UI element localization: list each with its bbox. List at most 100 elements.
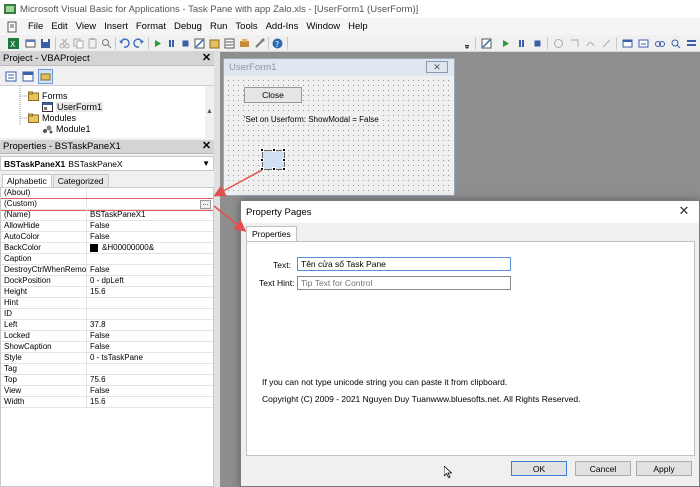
save-icon[interactable] — [40, 38, 51, 49]
property-row[interactable]: DestroyCtrlWhenRemove False — [1, 265, 213, 276]
project-explorer-icon[interactable] — [209, 38, 220, 49]
property-value[interactable]: False — [87, 342, 110, 352]
reset-icon-2[interactable] — [532, 38, 543, 49]
property-value[interactable]: 15.6 — [87, 287, 106, 297]
resize-handle[interactable] — [260, 167, 264, 171]
taskpane-control[interactable] — [260, 148, 286, 171]
properties-window-icon[interactable] — [224, 38, 235, 49]
tree-node-userform1[interactable]: UserForm1 — [42, 102, 104, 112]
close-icon[interactable]: ✕ — [201, 53, 212, 64]
ok-button[interactable]: OK — [511, 461, 567, 476]
step-out-icon[interactable] — [601, 38, 612, 49]
property-row[interactable]: AllowHide False — [1, 221, 213, 232]
resize-handle[interactable] — [260, 158, 264, 162]
userform-close-button[interactable]: Close — [244, 87, 302, 103]
property-value[interactable]: &H00000000& — [87, 243, 154, 253]
property-value[interactable]: 0 - dpLeft — [87, 276, 124, 286]
paste-icon[interactable] — [87, 38, 98, 49]
tree-node-modules[interactable]: Modules — [28, 113, 76, 123]
menu-file[interactable]: File — [24, 21, 47, 32]
insert-userform-icon[interactable] — [25, 38, 36, 49]
property-value[interactable] — [87, 364, 90, 374]
quick-watch-icon[interactable] — [670, 38, 681, 49]
resize-handle[interactable] — [282, 167, 286, 171]
property-row[interactable]: Tag — [1, 364, 213, 375]
toolbox-icon[interactable] — [254, 38, 265, 49]
property-row[interactable]: Width 15.6 — [1, 397, 213, 408]
menu-view[interactable]: View — [72, 21, 100, 32]
close-icon[interactable]: ✕ — [201, 141, 212, 152]
property-value[interactable]: 0 - tsTaskPane — [87, 353, 143, 363]
toolbar-overflow-icon[interactable] — [464, 38, 470, 49]
menu-window[interactable]: Window — [302, 21, 344, 32]
excel-icon[interactable]: X — [8, 38, 19, 49]
view-object-icon[interactable] — [22, 71, 34, 82]
copy-icon[interactable] — [73, 38, 84, 49]
break-icon[interactable] — [166, 38, 177, 49]
property-row[interactable]: Caption — [1, 254, 213, 265]
watch-window-icon[interactable] — [654, 38, 665, 49]
tree-node-forms[interactable]: Forms — [28, 91, 68, 101]
property-value[interactable]: 37.8 — [87, 320, 106, 330]
property-value[interactable]: False — [87, 232, 110, 242]
redo-icon[interactable] — [133, 38, 144, 49]
property-row[interactable]: Hint — [1, 298, 213, 309]
property-row[interactable]: AutoColor False — [1, 232, 213, 243]
property-value[interactable] — [87, 298, 90, 308]
menu-insert[interactable]: Insert — [100, 21, 132, 32]
tree-node-module1[interactable]: Module1 — [42, 124, 91, 134]
property-row[interactable]: (About) — [1, 188, 213, 199]
tab-alphabetic[interactable]: Alphabetic — [2, 174, 52, 187]
menu-add-ins[interactable]: Add-Ins — [262, 21, 303, 32]
property-value[interactable]: BSTaskPaneX1 — [87, 210, 146, 220]
userform-label[interactable]: 'Set on Userform: ShowModal = False — [244, 115, 379, 124]
step-into-icon[interactable] — [569, 38, 580, 49]
tab-categorized[interactable]: Categorized — [52, 174, 109, 187]
reset-icon[interactable] — [180, 38, 191, 49]
resize-handle[interactable] — [282, 148, 286, 152]
document-icon[interactable] — [6, 21, 18, 33]
toggle-folders-icon[interactable] — [38, 69, 53, 84]
scroll-up-icon[interactable]: ▲ — [206, 108, 213, 115]
design-mode-icon-2[interactable] — [481, 38, 492, 49]
cut-icon[interactable] — [59, 38, 70, 49]
property-row[interactable]: ID — [1, 309, 213, 320]
menu-debug[interactable]: Debug — [170, 21, 206, 32]
menu-run[interactable]: Run — [206, 21, 231, 32]
project-tree-scrollbar[interactable]: ▲ — [205, 86, 214, 138]
text-input[interactable] — [297, 257, 511, 271]
ellipsis-button[interactable]: ... — [200, 200, 211, 209]
object-selector[interactable]: BSTaskPaneX1 BSTaskPaneX ▼ — [0, 156, 214, 171]
property-row[interactable]: Style 0 - tsTaskPane — [1, 353, 213, 364]
run-icon[interactable] — [152, 38, 163, 49]
call-stack-icon[interactable] — [686, 38, 697, 49]
property-row[interactable]: DockPosition 0 - dpLeft — [1, 276, 213, 287]
resize-handle[interactable] — [260, 148, 264, 152]
chevron-down-icon[interactable]: ▼ — [202, 159, 210, 168]
property-row[interactable]: Height 15.6 — [1, 287, 213, 298]
property-row[interactable]: BackColor &H00000000& — [1, 243, 213, 254]
property-value[interactable] — [87, 188, 90, 198]
property-row[interactable]: Top 75.6 — [1, 375, 213, 386]
property-value[interactable]: False — [87, 265, 110, 275]
property-row[interactable]: (Custom)... — [1, 198, 213, 211]
property-row[interactable]: Locked False — [1, 331, 213, 342]
immediate-window-icon[interactable] — [638, 38, 649, 49]
cancel-button[interactable]: Cancel — [575, 461, 631, 476]
resize-handle[interactable] — [272, 148, 276, 152]
step-over-icon[interactable] — [585, 38, 596, 49]
property-value[interactable] — [87, 254, 90, 264]
apply-button[interactable]: Apply — [636, 461, 692, 476]
help-icon[interactable]: ? — [272, 38, 283, 49]
property-value[interactable]: 75.6 — [87, 375, 106, 385]
property-row[interactable]: ShowCaption False — [1, 342, 213, 353]
property-value[interactable]: False — [87, 221, 110, 231]
menu-help[interactable]: Help — [344, 21, 372, 32]
property-value[interactable]: False — [87, 331, 110, 341]
menu-format[interactable]: Format — [132, 21, 170, 32]
break-icon-2[interactable] — [516, 38, 527, 49]
menu-tools[interactable]: Tools — [231, 21, 261, 32]
property-value[interactable]: False — [87, 386, 110, 396]
property-value[interactable] — [87, 309, 90, 319]
find-icon[interactable] — [101, 38, 112, 49]
